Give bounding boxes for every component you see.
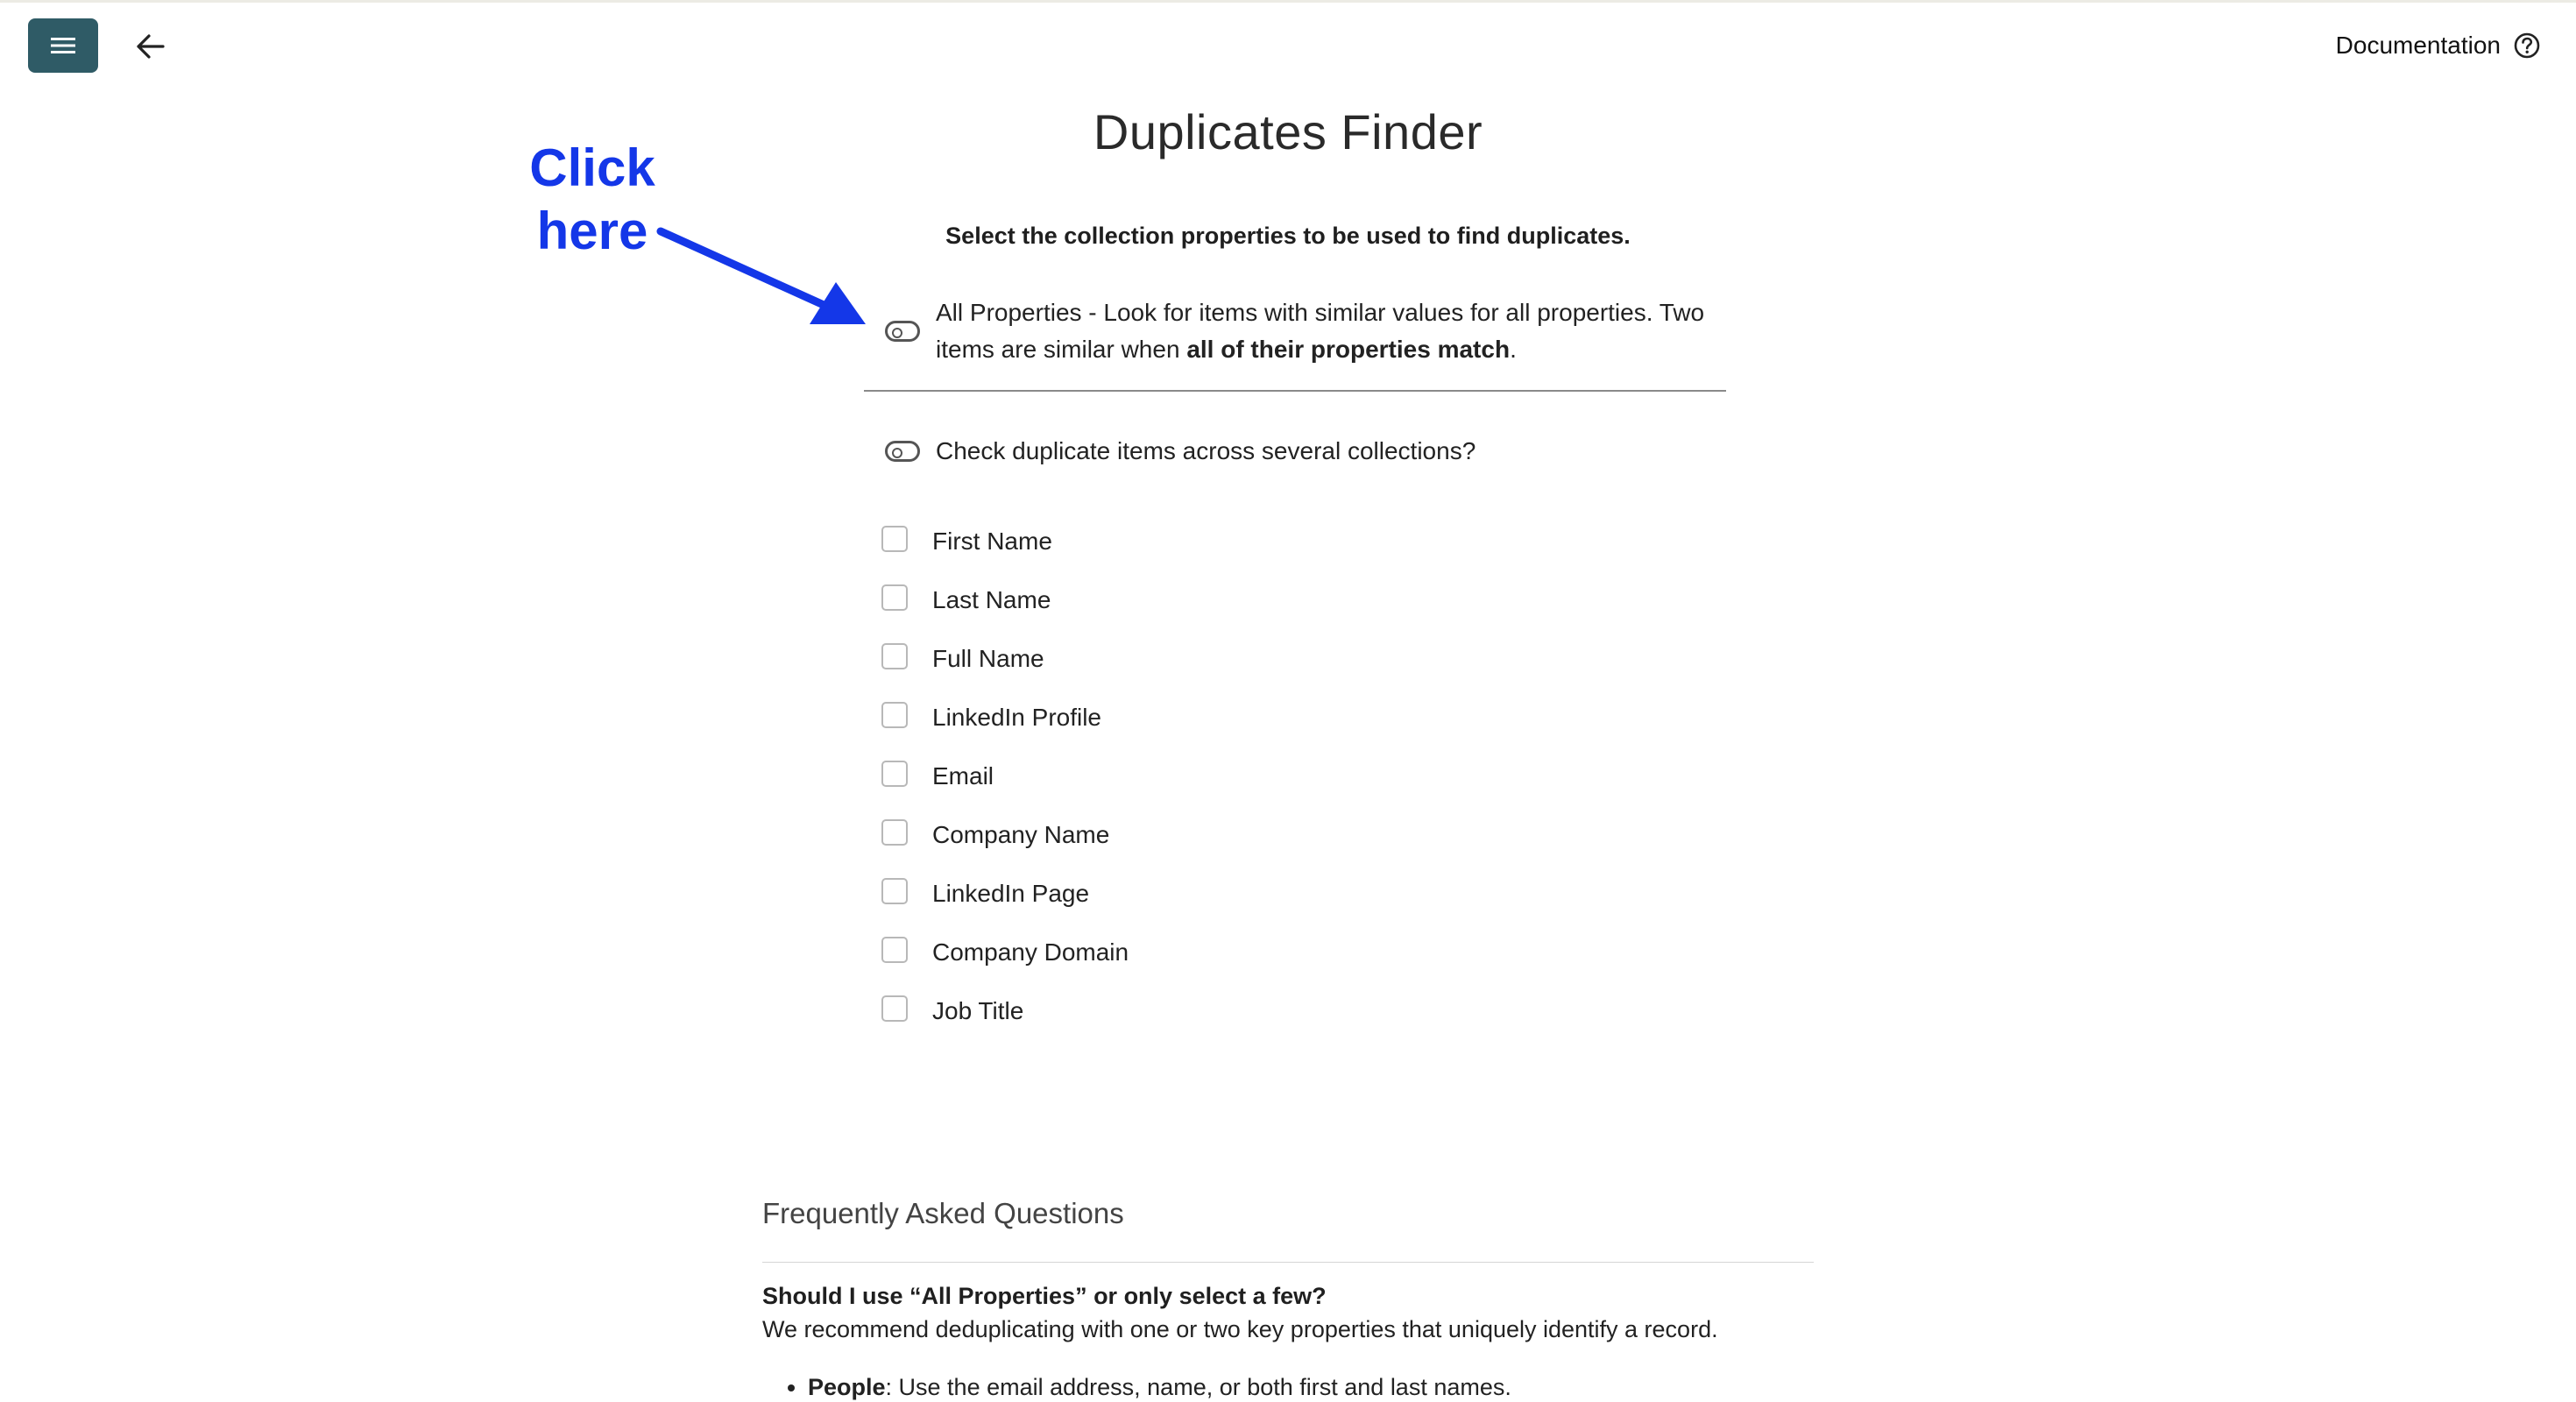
checkbox[interactable]: [881, 936, 908, 963]
checkbox[interactable]: [881, 642, 908, 669]
faq-title: Frequently Asked Questions: [762, 1197, 1124, 1229]
property-label: Full Name: [932, 644, 1044, 672]
top-divider: [0, 0, 2576, 3]
faq-bullet-list: People: Use the email address, name, or …: [804, 1374, 1511, 1401]
faq-bullet-text: : Use the email address, name, or both f…: [885, 1374, 1511, 1400]
question-circle-icon: [2514, 32, 2540, 59]
toggle-knob-icon: [892, 328, 902, 338]
property-label: LinkedIn Profile: [932, 703, 1102, 731]
all-properties-emphasis: all of their properties match: [1186, 336, 1511, 363]
property-label: Email: [932, 761, 994, 790]
checkbox[interactable]: [881, 995, 908, 1022]
menu-button[interactable]: [28, 18, 98, 73]
checkbox[interactable]: [881, 701, 908, 728]
cross-collection-row: Check duplicate items across several col…: [885, 433, 1476, 470]
documentation-label: Documentation: [2335, 32, 2501, 59]
property-item-full-name[interactable]: Full Name: [881, 627, 1129, 685]
cross-collection-toggle[interactable]: [885, 441, 920, 462]
checkbox[interactable]: [881, 818, 908, 846]
all-properties-description: All Properties - Look for items with sim…: [936, 294, 1726, 368]
checkbox[interactable]: [881, 525, 908, 552]
faq-bullet-bold: People: [808, 1374, 886, 1400]
annotation-line-1: Click: [529, 138, 655, 197]
property-item-linkedin-profile[interactable]: LinkedIn Profile: [881, 685, 1129, 744]
property-label: Job Title: [932, 996, 1024, 1024]
all-properties-row: All Properties - Look for items with sim…: [885, 294, 1726, 368]
back-button[interactable]: [128, 25, 172, 68]
property-label: Company Domain: [932, 938, 1129, 966]
faq-divider: [762, 1262, 1814, 1263]
section-subtitle: Select the collection properties to be u…: [945, 223, 1631, 249]
documentation-link[interactable]: Documentation: [2336, 25, 2541, 67]
property-item-linkedin-page[interactable]: LinkedIn Page: [881, 861, 1129, 920]
all-properties-period: .: [1510, 336, 1517, 363]
property-item-first-name[interactable]: First Name: [881, 509, 1129, 568]
property-label: First Name: [932, 527, 1052, 555]
property-label: Last Name: [932, 585, 1051, 613]
page-title: Duplicates Finder: [1093, 104, 1483, 159]
checkbox[interactable]: [881, 877, 908, 904]
property-checkbox-list: First Name Last Name Full Name LinkedIn …: [881, 509, 1129, 1037]
checkbox[interactable]: [881, 760, 908, 787]
property-item-company-domain[interactable]: Company Domain: [881, 920, 1129, 979]
property-item-email[interactable]: Email: [881, 744, 1129, 803]
hamburger-menu-icon: [51, 38, 75, 53]
property-item-company-name[interactable]: Company Name: [881, 803, 1129, 861]
section-divider: [864, 390, 1726, 392]
checkbox[interactable]: [881, 584, 908, 611]
faq-answer: We recommend deduplicating with one or t…: [762, 1316, 1718, 1342]
property-item-last-name[interactable]: Last Name: [881, 568, 1129, 627]
faq-bullet: People: Use the email address, name, or …: [808, 1374, 1511, 1401]
property-label: LinkedIn Page: [932, 879, 1090, 907]
faq-question: Should I use “All Properties” or only se…: [762, 1283, 1327, 1309]
property-label: Company Name: [932, 820, 1110, 848]
property-item-job-title[interactable]: Job Title: [881, 979, 1129, 1037]
page: Documentation Duplicates Finder Click he…: [0, 0, 2576, 1402]
cross-collection-label: Check duplicate items across several col…: [936, 437, 1476, 464]
all-properties-toggle[interactable]: [885, 321, 920, 342]
toggle-knob-icon: [892, 448, 902, 458]
arrow-left-icon: [137, 34, 165, 59]
